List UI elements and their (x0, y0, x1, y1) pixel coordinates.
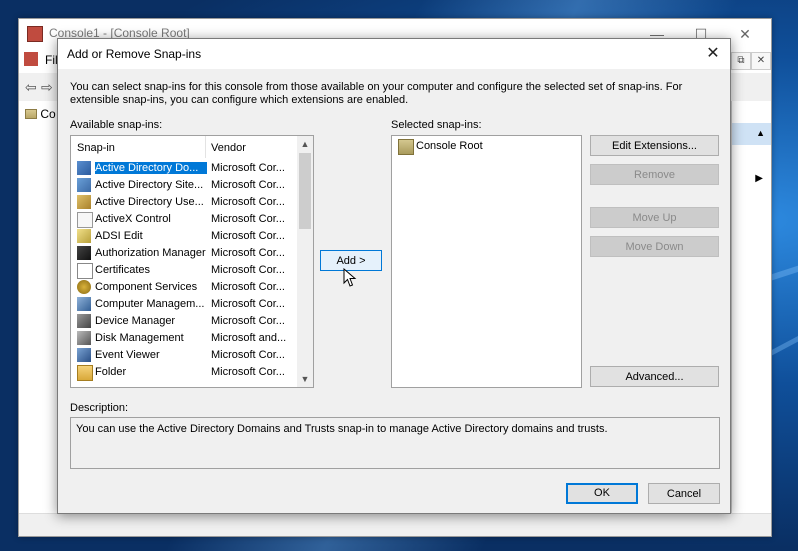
available-snapins-list[interactable]: Snap-in Vendor Active Directory Do... Mic… (70, 135, 314, 388)
mouse-cursor-icon (343, 268, 357, 287)
snapin-name: Active Directory Use... (95, 196, 204, 208)
cancel-button[interactable]: Cancel (648, 483, 720, 504)
selected-list-item[interactable]: Console Root (396, 138, 581, 155)
snapin-vendor: Microsoft Cor... (211, 213, 285, 225)
restore-child-button[interactable]: ⧉ (731, 52, 751, 70)
ad-sites-icon (77, 178, 91, 192)
scroll-down-icon[interactable]: ▼ (297, 371, 313, 387)
mmc-app-icon (27, 26, 43, 42)
edit-extensions-button[interactable]: Edit Extensions... (590, 135, 719, 156)
dialog-close-button[interactable]: ✕ (702, 43, 724, 65)
list-item[interactable]: Active Directory Do... Microsoft Cor... (75, 160, 297, 177)
forward-arrow-icon[interactable]: ⇨ (41, 79, 53, 96)
list-item[interactable]: Device Manager Microsoft Cor... (75, 313, 297, 330)
snapin-vendor: Microsoft Cor... (211, 298, 285, 310)
selected-snapins-label: Selected snap-ins: (391, 119, 482, 131)
list-item[interactable]: Event Viewer Microsoft Cor... (75, 347, 297, 364)
selected-snapins-list[interactable]: Console Root (391, 135, 582, 388)
dialog-title: Add or Remove Snap-ins (67, 47, 202, 61)
ad-domains-icon (77, 161, 91, 175)
folder-icon (398, 139, 414, 155)
menu-file[interactable]: Fil (45, 53, 58, 67)
snapin-vendor: Microsoft Cor... (211, 281, 285, 293)
list-item[interactable]: Disk Management Microsoft and... (75, 330, 297, 347)
description-label: Description: (70, 402, 129, 414)
certificates-icon (77, 263, 93, 279)
list-item[interactable]: Authorization Manager Microsoft Cor... (75, 245, 297, 262)
ad-users-icon (77, 195, 91, 209)
list-item[interactable]: Folder Microsoft Cor... (75, 364, 297, 381)
available-snapins-label: Available snap-ins: (70, 119, 163, 131)
list-item[interactable]: Active Directory Use... Microsoft Cor... (75, 194, 297, 211)
advanced-button[interactable]: Advanced... (590, 366, 719, 387)
selected-snapin-name: Console Root (416, 140, 483, 152)
intro-text: You can select snap-ins for this console… (70, 81, 683, 106)
snapin-vendor: Microsoft Cor... (211, 162, 285, 174)
snapin-name: Component Services (95, 281, 198, 293)
move-up-button[interactable]: Move Up (590, 207, 719, 228)
component-services-icon (77, 280, 91, 294)
list-column-header: Snap-in Vendor (71, 136, 297, 158)
activex-icon (77, 212, 93, 228)
list-item[interactable]: Certificates Microsoft Cor... (75, 262, 297, 279)
snapin-vendor: Microsoft Cor... (211, 247, 285, 259)
disk-management-icon (77, 331, 91, 345)
folder-icon (77, 365, 93, 381)
computer-management-icon (77, 297, 91, 311)
actions-header[interactable]: ▲ (732, 123, 771, 145)
move-down-button[interactable]: Move Down (590, 236, 719, 257)
snapin-name: Authorization Manager (95, 247, 206, 259)
column-snapin[interactable]: Snap-in (77, 142, 115, 154)
snapin-name: Event Viewer (95, 349, 160, 361)
snapin-name: ADSI Edit (95, 230, 143, 242)
menu-app-icon (24, 52, 38, 66)
snapin-name: Device Manager (95, 315, 176, 327)
actions-pane: ▲ ▶ (731, 101, 771, 514)
snapin-vendor: Microsoft Cor... (211, 264, 285, 276)
expand-right-icon[interactable]: ▶ (755, 173, 763, 184)
console-tree-pane: Co (19, 101, 60, 514)
console-statusbar (19, 513, 771, 536)
ok-button[interactable]: OK (566, 483, 638, 504)
snapin-name: Disk Management (95, 332, 184, 344)
snapin-name: Active Directory Site... (95, 179, 204, 191)
snapin-vendor: Microsoft and... (211, 332, 287, 344)
list-item[interactable]: Computer Managem... Microsoft Cor... (75, 296, 297, 313)
description-text: You can use the Active Directory Domains… (76, 423, 608, 435)
list-item[interactable]: Active Directory Site... Microsoft Cor... (75, 177, 297, 194)
snapin-vendor: Microsoft Cor... (211, 196, 285, 208)
close-child-button[interactable]: ✕ (751, 52, 771, 70)
dialog-titlebar: Add or Remove Snap-ins ✕ (58, 39, 730, 69)
tree-node-label: Co (40, 107, 56, 121)
snapin-name: Folder (95, 366, 127, 378)
snapin-vendor: Microsoft Cor... (211, 366, 285, 378)
folder-icon (25, 109, 37, 119)
column-vendor[interactable]: Vendor (211, 142, 246, 154)
tree-node-console-root[interactable]: Co (25, 107, 56, 121)
remove-button[interactable]: Remove (590, 164, 719, 185)
scroll-up-icon[interactable]: ▲ (297, 136, 313, 152)
scroll-thumb[interactable] (299, 153, 311, 229)
description-box: You can use the Active Directory Domains… (70, 417, 720, 469)
adsi-edit-icon (77, 229, 91, 243)
snapin-vendor: Microsoft Cor... (211, 230, 285, 242)
list-item[interactable]: Component Services Microsoft Cor... (75, 279, 297, 296)
snapin-vendor: Microsoft Cor... (211, 315, 285, 327)
list-item[interactable]: ADSI Edit Microsoft Cor... (75, 228, 297, 245)
snapin-name: ActiveX Control (95, 213, 171, 225)
collapse-up-icon[interactable]: ▲ (756, 128, 765, 138)
snapin-vendor: Microsoft Cor... (211, 349, 285, 361)
column-separator[interactable] (205, 136, 206, 158)
event-viewer-icon (77, 348, 91, 362)
snapin-vendor: Microsoft Cor... (211, 179, 285, 191)
back-arrow-icon[interactable]: ⇦ (25, 79, 37, 96)
add-remove-snapins-dialog: Add or Remove Snap-ins ✕ You can select … (57, 38, 731, 514)
list-scrollbar[interactable]: ▲ ▼ (297, 136, 313, 387)
device-manager-icon (77, 314, 91, 328)
authorization-icon (77, 246, 91, 260)
snapin-name: Computer Managem... (95, 298, 205, 310)
list-item[interactable]: ActiveX Control Microsoft Cor... (75, 211, 297, 228)
snapin-name: Active Directory Do... (95, 162, 207, 174)
snapin-name: Certificates (95, 264, 151, 276)
